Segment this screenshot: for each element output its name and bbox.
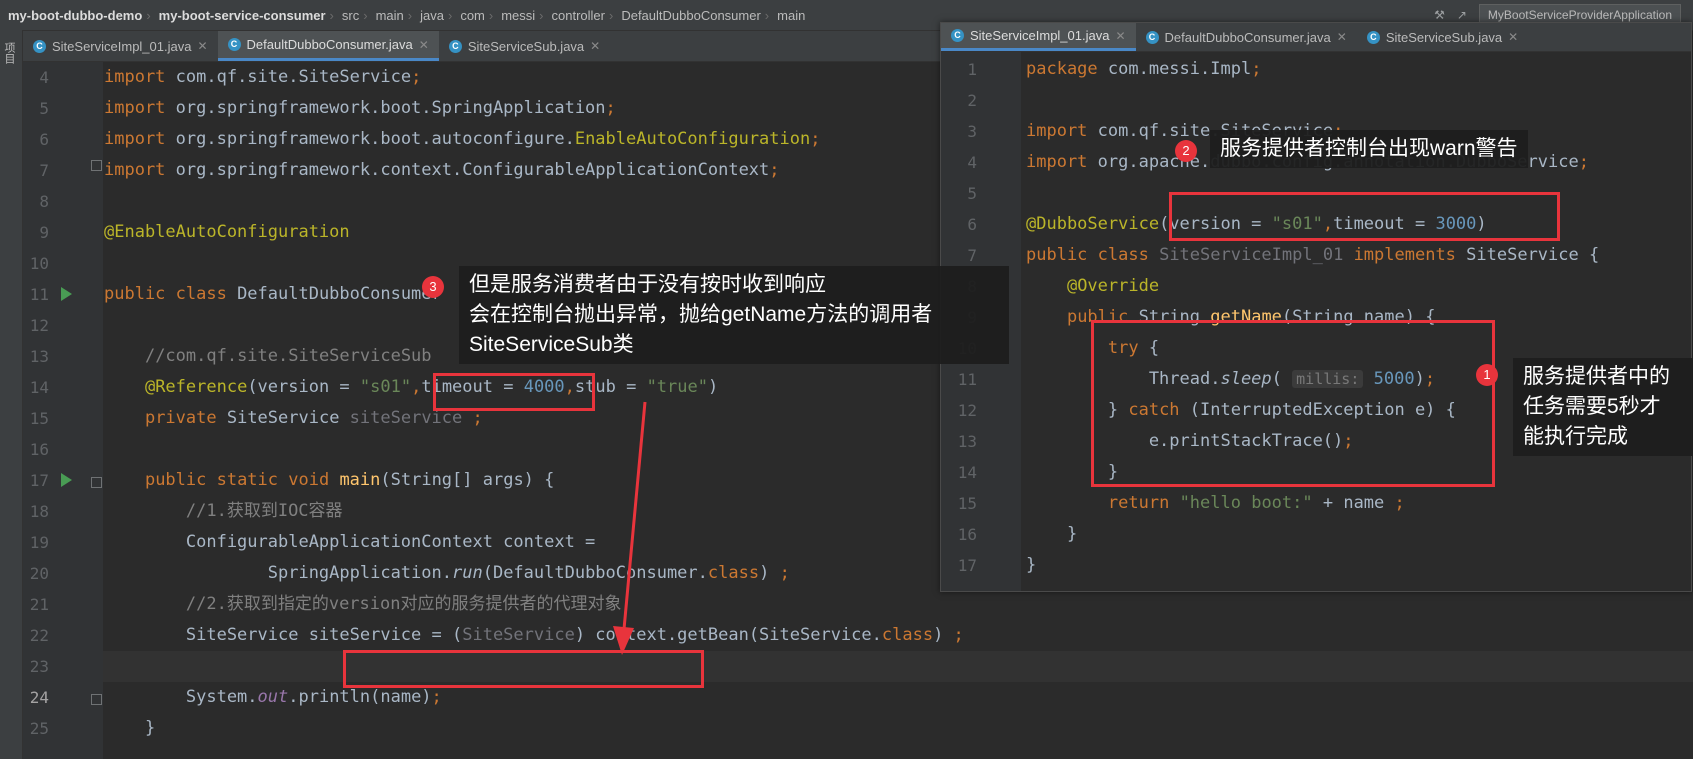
callout-1-badge: 1 <box>1476 364 1498 386</box>
annotation-arrow <box>613 401 647 655</box>
callout-text: 会在控制台抛出异常，抛给getName方法的调用者 <box>469 303 933 326</box>
callout-2: 服务提供者控制台出现warn警告 <box>1210 130 1528 168</box>
callout-3-badge: 3 <box>422 276 444 298</box>
callout-text: 但是服务消费者由于没有按时收到响应 <box>469 273 826 296</box>
callout-text: 服务提供者中的 <box>1523 365 1670 388</box>
callout-text: 任务需要5秒才 <box>1523 395 1661 418</box>
callout-text: SiteServiceSub类 <box>469 333 634 356</box>
callout-text: 能执行完成 <box>1523 425 1628 448</box>
callout-text: 服务提供者控制台出现warn警告 <box>1220 137 1518 160</box>
callout-1: 服务提供者中的 任务需要5秒才 能执行完成 <box>1513 358 1693 456</box>
callout-3: 但是服务消费者由于没有按时收到响应会在控制台抛出异常，抛给getName方法的调… <box>459 266 1009 364</box>
callout-2-badge: 2 <box>1175 140 1197 162</box>
